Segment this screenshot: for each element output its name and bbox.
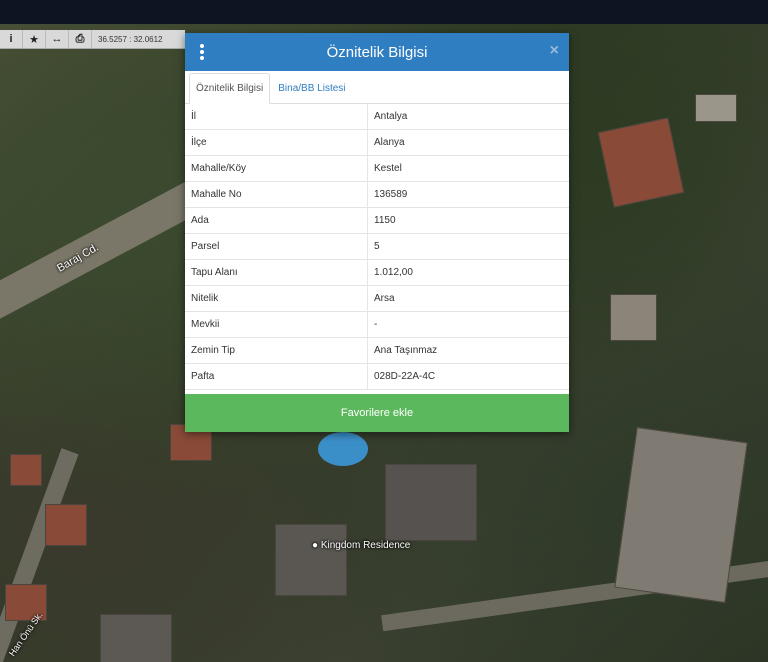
swimming-pool bbox=[318, 432, 368, 466]
table-row: Parsel 5 bbox=[185, 233, 569, 260]
tab-building-list[interactable]: Bina/BB Listesi bbox=[272, 74, 351, 103]
building bbox=[100, 614, 172, 662]
vertical-dots-menu-icon[interactable] bbox=[199, 44, 205, 60]
attribute-value: Ana Taşınmaz bbox=[367, 337, 569, 364]
attribute-value: - bbox=[367, 311, 569, 338]
table-row: İlçe Alanya bbox=[185, 129, 569, 156]
dialog-title: Öznitelik Bilgisi bbox=[326, 43, 428, 61]
dialog-tabs: Öznitelik Bilgisi Bina/BB Listesi bbox=[185, 71, 569, 104]
poi-label-text: Kingdom Residence bbox=[320, 540, 411, 551]
attribute-value: Alanya bbox=[367, 129, 569, 156]
close-icon[interactable]: × bbox=[550, 42, 559, 60]
attribute-value: 028D-22A-4C bbox=[367, 363, 569, 390]
info-icon[interactable]: i bbox=[0, 30, 23, 48]
attribute-key: Pafta bbox=[185, 363, 368, 390]
table-row: Tapu Alanı 1.012,00 bbox=[185, 259, 569, 286]
attribute-value: 136589 bbox=[367, 181, 569, 208]
map-pin-icon: ● bbox=[312, 540, 319, 551]
building bbox=[45, 504, 87, 546]
attribute-value: Arsa bbox=[367, 285, 569, 312]
building bbox=[614, 426, 748, 604]
attribute-value: Kestel bbox=[367, 155, 569, 182]
map-toolbar: i ★ ↔ ⎙ 36.5257 : 32.0612 bbox=[0, 30, 185, 49]
attribute-key: Mahalle/Köy bbox=[185, 155, 368, 182]
attribute-table: İl Antalya İlçe Alanya Mahalle/Köy Kestel Maha… bbox=[185, 104, 569, 390]
table-row: Pafta 028D-22A-4C bbox=[185, 363, 569, 390]
building bbox=[10, 454, 42, 486]
attribute-value: 1150 bbox=[367, 207, 569, 234]
attribute-key: İl bbox=[185, 104, 368, 130]
tab-attribute-info[interactable]: Öznitelik Bilgisi bbox=[189, 73, 271, 104]
building bbox=[695, 94, 737, 122]
print-icon[interactable]: ⎙ bbox=[69, 30, 92, 48]
attribute-info-dialog: Öznitelik Bilgisi × Öznitelik Bilgisi Bi… bbox=[185, 33, 569, 432]
table-row: İl Antalya bbox=[185, 104, 569, 130]
building bbox=[610, 294, 657, 341]
attribute-key: Mevkii bbox=[185, 311, 368, 338]
attribute-key: Zemin Tip bbox=[185, 337, 368, 364]
poi-label: ● Kingdom Residence bbox=[312, 540, 410, 551]
table-row: Ada 1150 bbox=[185, 207, 569, 234]
attribute-key: Tapu Alanı bbox=[185, 259, 368, 286]
building bbox=[385, 464, 477, 541]
table-row: Mahalle/Köy Kestel bbox=[185, 155, 569, 182]
attribute-value: 5 bbox=[367, 233, 569, 260]
dialog-header: Öznitelik Bilgisi × bbox=[185, 33, 569, 71]
table-row: Zemin Tip Ana Taşınmaz bbox=[185, 337, 569, 364]
building bbox=[275, 524, 347, 596]
attribute-key: Parsel bbox=[185, 233, 368, 260]
table-row: Nitelik Arsa bbox=[185, 285, 569, 312]
add-favorite-button[interactable]: Favorilere ekle bbox=[185, 394, 569, 432]
attribute-value: Antalya bbox=[367, 104, 569, 130]
table-row: Mevkii - bbox=[185, 311, 569, 338]
attribute-key: Nitelik bbox=[185, 285, 368, 312]
star-icon[interactable]: ★ bbox=[23, 30, 46, 48]
coordinate-readout: 36.5257 : 32.0612 bbox=[98, 34, 163, 44]
table-row: Mahalle No 136589 bbox=[185, 181, 569, 208]
attribute-key: İlçe bbox=[185, 129, 368, 156]
top-bar bbox=[0, 0, 768, 24]
attribute-key: Ada bbox=[185, 207, 368, 234]
building bbox=[597, 117, 685, 208]
attribute-key: Mahalle No bbox=[185, 181, 368, 208]
measure-icon[interactable]: ↔ bbox=[46, 30, 69, 48]
attribute-value: 1.012,00 bbox=[367, 259, 569, 286]
